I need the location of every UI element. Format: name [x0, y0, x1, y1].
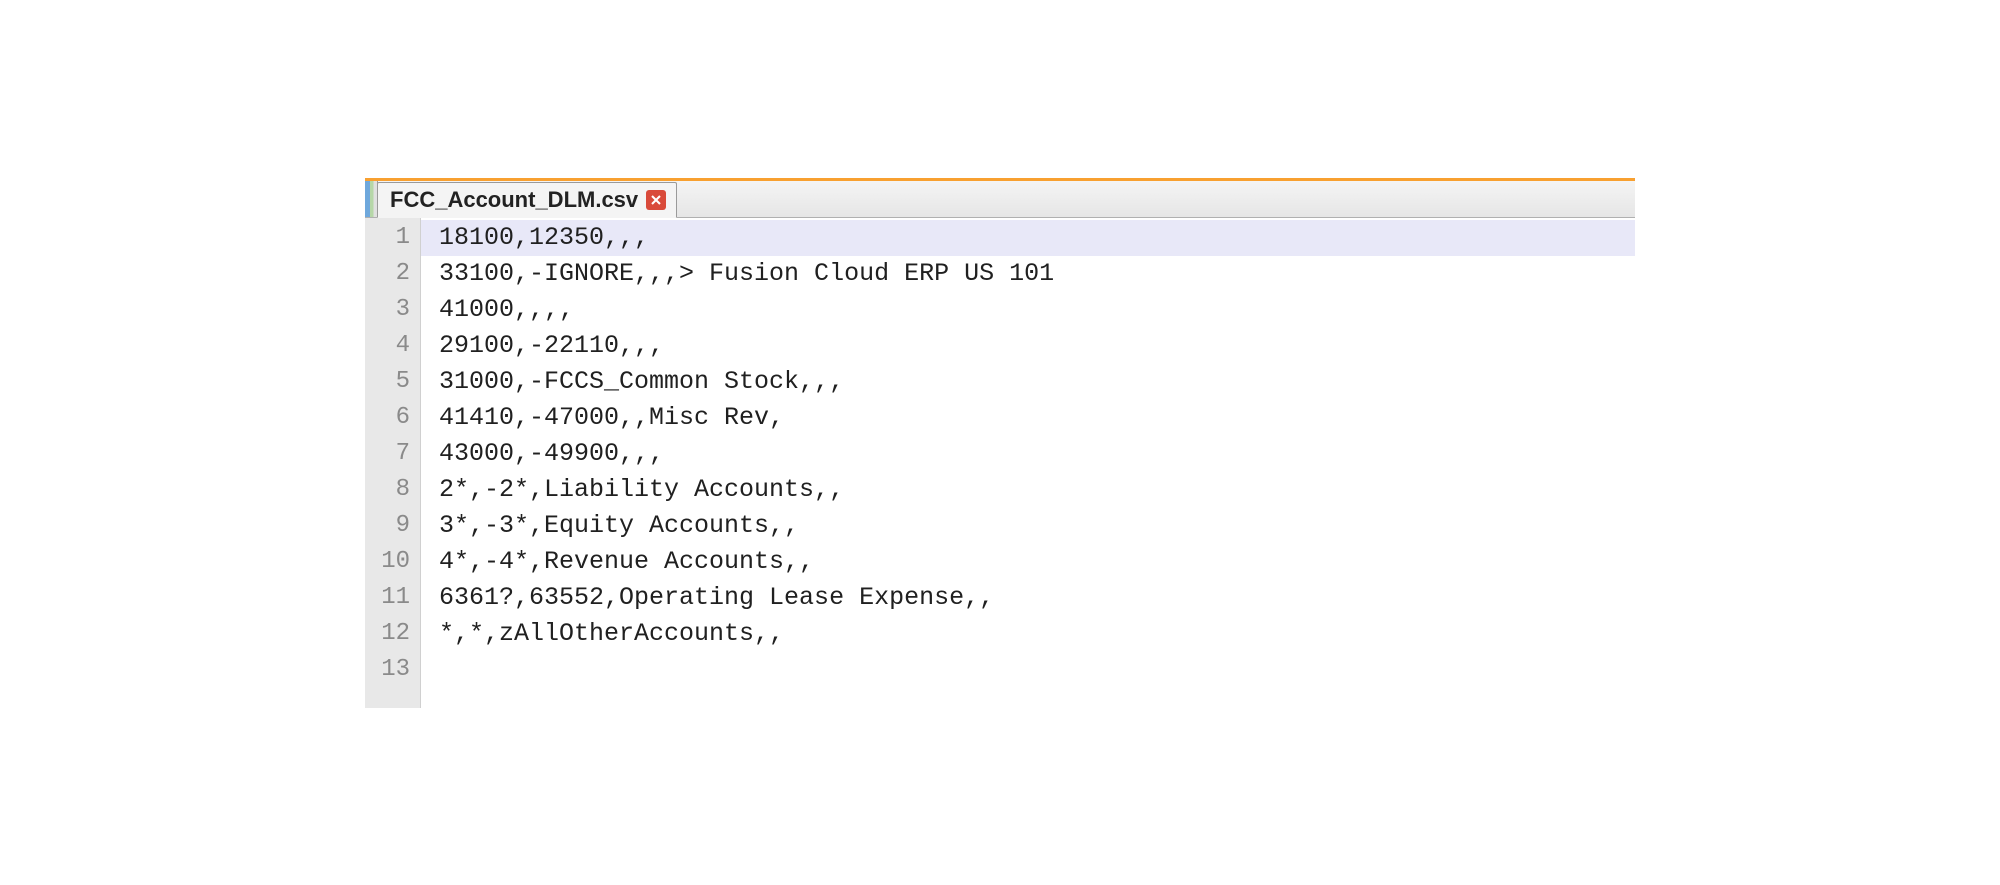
code-line[interactable]: 43000,-49900,,,	[421, 436, 1635, 472]
code-line[interactable]: 29100,-22110,,,	[421, 328, 1635, 364]
line-number: 4	[365, 328, 420, 364]
line-number: 11	[365, 580, 420, 616]
line-number: 7	[365, 436, 420, 472]
code-line[interactable]: 31000,-FCCS_Common Stock,,,	[421, 364, 1635, 400]
text-editor: FCC_Account_DLM.csv 1 2 3 4 5 6 7 8 9 10…	[365, 178, 1635, 708]
line-number: 12	[365, 616, 420, 652]
line-number: 8	[365, 472, 420, 508]
tab-title: FCC_Account_DLM.csv	[390, 187, 638, 213]
tab-strip: FCC_Account_DLM.csv	[365, 178, 1635, 218]
code-line[interactable]: 33100,-IGNORE,,,> Fusion Cloud ERP US 10…	[421, 256, 1635, 292]
code-line[interactable]: 6361?,63552,Operating Lease Expense,,	[421, 580, 1635, 616]
code-line[interactable]: 4*,-4*,Revenue Accounts,,	[421, 544, 1635, 580]
code-line[interactable]: 2*,-2*,Liability Accounts,,	[421, 472, 1635, 508]
code-line[interactable]	[421, 652, 1635, 688]
line-number: 9	[365, 508, 420, 544]
line-number: 1	[365, 220, 420, 256]
line-number-gutter: 1 2 3 4 5 6 7 8 9 10 11 12 13	[365, 218, 421, 708]
line-number: 2	[365, 256, 420, 292]
line-number: 6	[365, 400, 420, 436]
line-number: 5	[365, 364, 420, 400]
code-line[interactable]: 18100,12350,,,	[421, 220, 1635, 256]
code-line[interactable]: *,*,zAllOtherAccounts,,	[421, 616, 1635, 652]
line-number: 10	[365, 544, 420, 580]
line-number: 13	[365, 652, 420, 688]
editor-body: 1 2 3 4 5 6 7 8 9 10 11 12 13 18100,1235…	[365, 218, 1635, 708]
close-icon[interactable]	[646, 190, 666, 210]
code-line[interactable]: 41410,-47000,,Misc Rev,	[421, 400, 1635, 436]
line-number: 3	[365, 292, 420, 328]
file-tab[interactable]: FCC_Account_DLM.csv	[377, 182, 677, 218]
code-line[interactable]: 3*,-3*,Equity Accounts,,	[421, 508, 1635, 544]
code-area[interactable]: 18100,12350,,, 33100,-IGNORE,,,> Fusion …	[421, 218, 1635, 708]
code-line[interactable]: 41000,,,,	[421, 292, 1635, 328]
